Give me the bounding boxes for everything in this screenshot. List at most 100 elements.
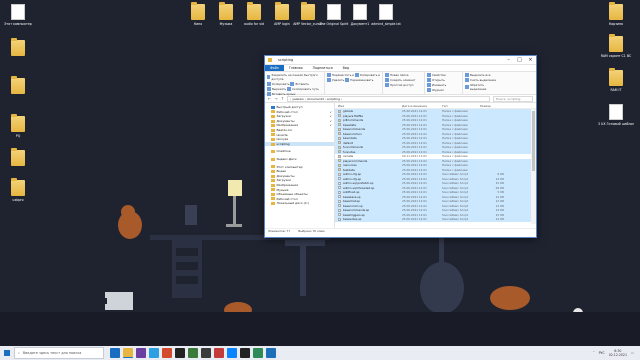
ribbon-button-label: Скопировать путь [292,87,319,91]
desktop-icon-right-1[interactable]: Корзина [598,2,634,26]
ribbon-action-icon [327,78,331,82]
chevron-up-icon[interactable]: ˄ [593,351,595,355]
taskbar-app-icon[interactable] [240,348,250,358]
nav-item-label: OneDrive [276,149,291,154]
desktop-icon-top-8[interactable]: admind_simple.txt [368,4,404,26]
desktop-icon-right-4[interactable]: 3 UX Готовый шаблон [598,104,634,126]
folder-icon [275,2,289,20]
file-type: SourcePawn Script [442,194,468,199]
file-name: default [343,140,353,145]
ribbon-button-select-2[interactable]: Обратить выделение [465,83,501,91]
taskbar-app-icon[interactable] [149,348,159,358]
ribbon-button-open-0[interactable]: Свойства [427,73,446,77]
back-arrow-icon[interactable]: ← [268,96,271,101]
ribbon-button-open-3[interactable]: Журнал [427,88,444,92]
start-button[interactable] [0,346,14,360]
nav-item[interactable]: Локальный диск (C:) [265,201,334,206]
address-path[interactable]: › уаlanks › documentd › scripting › [287,95,490,102]
taskbar-app-icon[interactable] [136,348,146,358]
file-icon [353,4,367,20]
column-date[interactable]: Дата изменения [399,104,439,108]
ribbon-button-clipboard-2[interactable]: Вставить [290,82,309,86]
file-name: basevotes.sp [343,217,362,222]
ribbon-button-organize-2[interactable]: Удалить [327,78,344,82]
taskbar-app-icon[interactable] [266,348,276,358]
up-arrow-icon[interactable]: ↑ [281,96,284,101]
file-date: 25.06.2021 12:01 [402,158,427,163]
taskbar-app-icon[interactable] [253,348,263,358]
file-explorer-window[interactable]: scripting – □ × Файл Главная Поделиться … [264,55,537,238]
language-indicator[interactable]: РУС [599,351,605,355]
ribbon-button-label: Журнал [432,88,444,92]
desktop-icon-folder-1[interactable] [0,38,36,58]
taskbar-app-icon[interactable] [175,348,185,358]
vertical-scrollbar[interactable] [531,109,536,224]
file-date: 25.06.2021 12:01 [402,118,427,123]
file-name: admin.cfg.sp [343,176,362,181]
ribbon-button-clipboard-4[interactable]: Скопировать путь [287,87,319,91]
column-type[interactable]: Тип [439,104,477,108]
folder-icon [271,114,275,118]
notifications-icon[interactable]: ▭ [631,351,634,355]
file-icon [338,208,341,212]
file-icon [338,199,341,203]
desktop-icon-folder-2[interactable] [0,76,36,96]
desktop-icon-right-3[interactable]: RAM IT [598,68,634,92]
taskbar-app-icon[interactable] [188,348,198,358]
ribbon-action-icon [345,78,350,82]
tab-share[interactable]: Поделиться [308,65,338,71]
ribbon-button-clipboard-0[interactable]: Закрепить на панели быстрого доступа [267,73,322,81]
scrollbar-thumb[interactable] [532,111,535,171]
maximize-button[interactable]: □ [514,56,525,65]
ribbon-button-select-1[interactable]: Снять выделение [465,78,496,82]
folder-icon [271,165,275,169]
forward-arrow-icon[interactable]: → [274,96,277,101]
taskbar: ⌕ Введите здесь текст для поиска ˄ РУС 6… [0,346,640,360]
taskbar-app-icon[interactable] [123,348,133,358]
ribbon-button-organize-3[interactable]: Переименовать [345,78,373,82]
ribbon-button-clipboard-1[interactable]: Копировать [267,82,289,86]
column-size[interactable]: Размер [477,104,507,108]
taskbar-search[interactable]: ⌕ Введите здесь текст для поиска [14,347,104,359]
ribbon-action-icon [290,82,295,86]
folder-icon [338,118,341,122]
file-name: funnotes [343,149,356,154]
ribbon-button-select-0[interactable]: Выделить все [465,73,490,77]
tab-view[interactable]: Вид [338,65,354,71]
ribbon-button-clipboard-3[interactable]: Вырезать [267,87,286,91]
taskbar-app-icon[interactable] [214,348,224,358]
ribbon-button-organize-1[interactable]: Копировать в [354,73,380,77]
ribbon-button-label: Вырезать [272,87,287,91]
search-input[interactable]: Поиск: scripting [493,95,533,102]
desktop-icon-right-2[interactable]: RAM скрипт C1 BC [598,34,634,58]
taskbar-app-icon[interactable] [162,348,172,358]
taskbar-app-icon[interactable] [227,348,237,358]
taskbar-app-icon[interactable] [201,348,211,358]
folder-icon [338,154,341,158]
minimize-button[interactable]: – [503,56,514,65]
file-row[interactable]: basevotes.sp 25.06.2021 12:01 SourcePawn S… [335,217,536,222]
clock[interactable]: 6:30 02.12.2021 [609,349,627,357]
file-type: SourcePawn Script [442,203,468,208]
desktop-icon-folder-3[interactable] [0,148,36,168]
ribbon-button-new-2[interactable]: Простой доступ [385,83,413,87]
desktop-icon-my-computer[interactable]: Этот компьютер [0,4,36,26]
taskbar-app-icon[interactable] [110,348,120,358]
desktop-icon-uxbpro[interactable]: uxbpro [0,178,36,202]
ribbon-action-icon [287,87,292,91]
close-button[interactable]: × [525,56,536,65]
ribbon-button-organize-0[interactable]: Переместить в [327,73,354,77]
file-icon [338,190,341,194]
ribbon-action-icon [465,85,469,89]
tab-file[interactable]: Файл [265,65,284,71]
ribbon-button-open-1[interactable]: Открыть [427,78,445,82]
column-name[interactable]: Имя [335,104,399,108]
desktop-icon-pq[interactable]: PQ [0,114,36,138]
ribbon-button-open-2[interactable]: Изменить [427,83,446,87]
tab-home[interactable]: Главная [284,65,308,71]
file-name: globals [343,109,353,114]
file-icon [11,4,25,20]
ribbon-button-new-1[interactable]: Создать элемент [385,78,415,82]
window-titlebar[interactable]: scripting – □ × [265,56,536,65]
ribbon-button-new-0[interactable]: Новая папка [385,73,409,77]
